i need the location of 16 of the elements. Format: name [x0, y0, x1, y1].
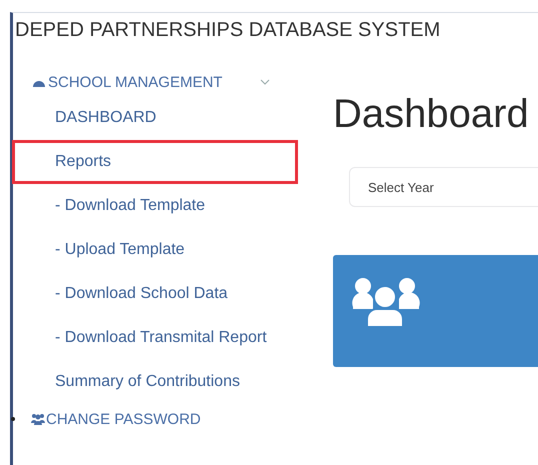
sidebar-item[interactable]: Reports	[12, 140, 298, 184]
bullet-icon	[11, 417, 15, 421]
chevron-down-icon[interactable]	[260, 79, 270, 85]
section-title[interactable]: SCHOOL MANAGEMENT	[48, 74, 222, 90]
sidebar-item[interactable]: - Upload Template	[13, 228, 303, 272]
sidebar-item[interactable]: DASHBOARD	[13, 96, 303, 140]
year-select[interactable]: Select Year	[349, 167, 538, 207]
sidebar-item[interactable]: - Download Template	[13, 184, 303, 228]
sidebar-item[interactable]: CHANGE PASSWORD	[46, 410, 201, 428]
users-icon	[351, 277, 421, 329]
page-heading: Dashboard	[333, 92, 530, 137]
sidebar-item[interactable]: - Download Transmital Report	[13, 316, 303, 360]
sidebar-item[interactable]: - Download School Data	[13, 272, 303, 316]
sidebar-item[interactable]: Summary of Contributions	[13, 360, 303, 404]
users-icon	[30, 413, 46, 425]
app-title: DEPED PARTNERSHIPS DATABASE SYSTEM	[14, 18, 442, 42]
